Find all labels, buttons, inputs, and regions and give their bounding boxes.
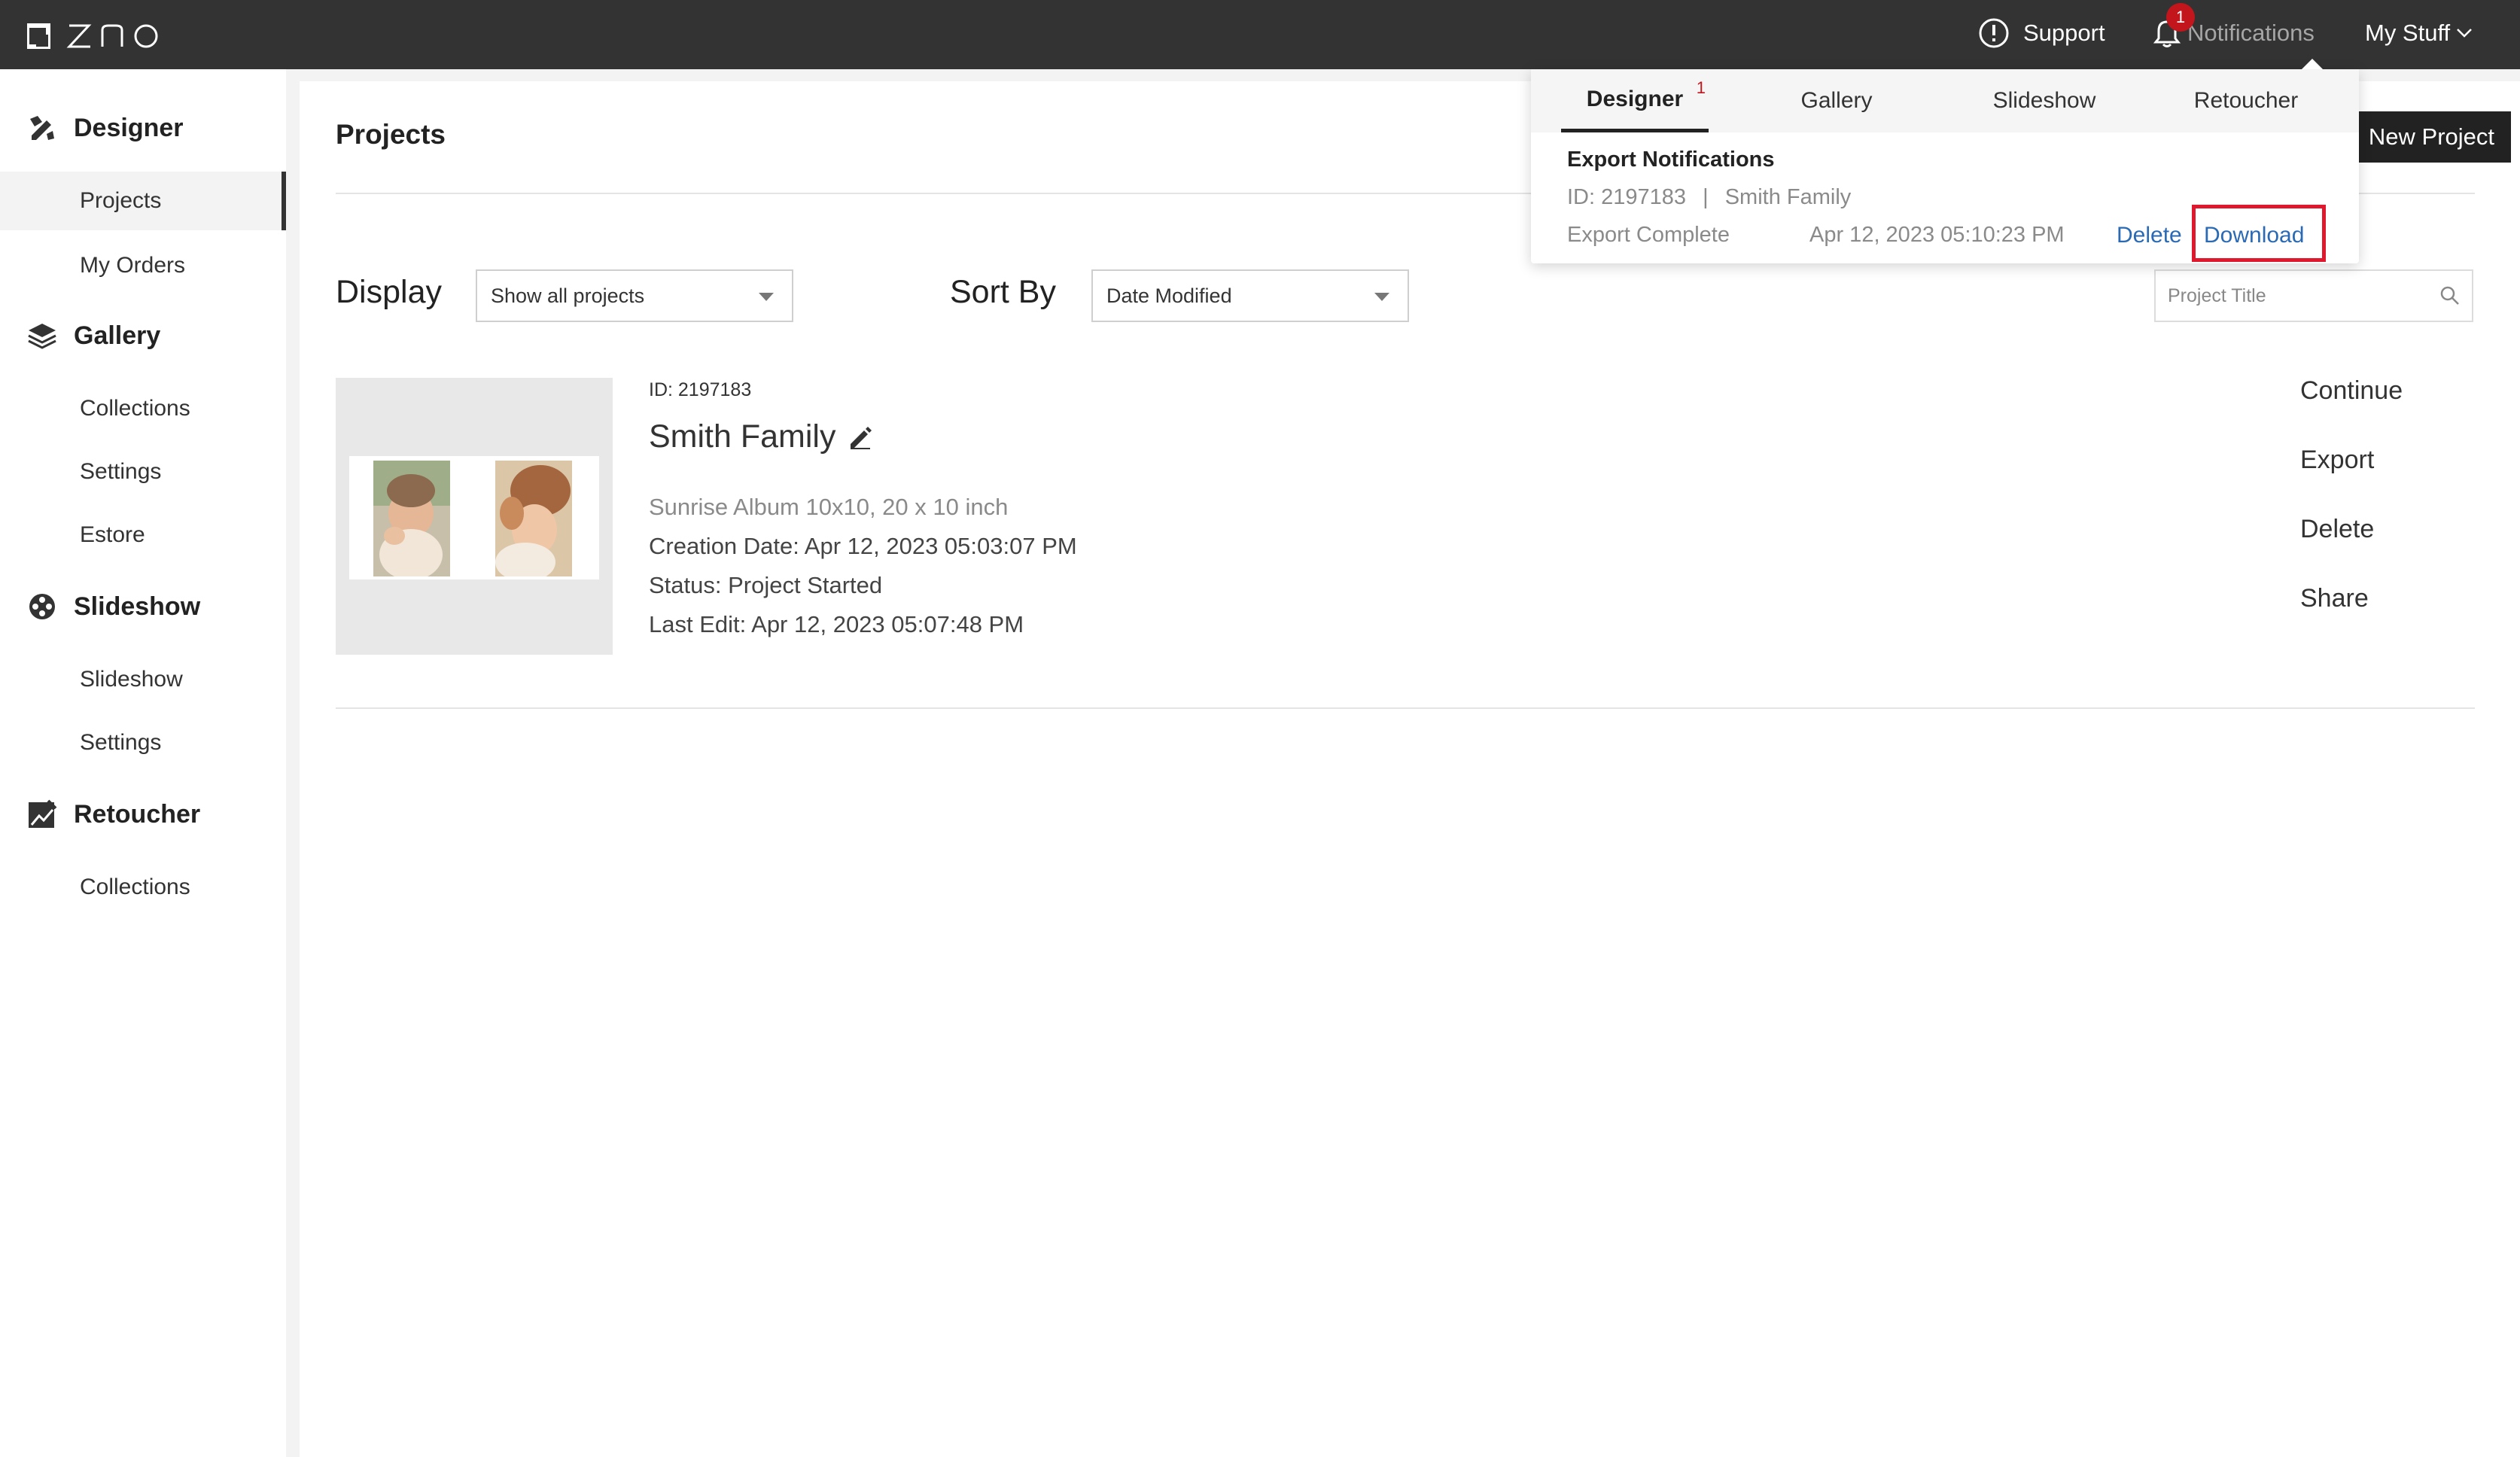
support-link[interactable]: Support <box>1978 0 2105 66</box>
page-title: Projects <box>336 119 446 150</box>
alert-circle-icon <box>1979 18 2009 48</box>
sidebar-item-retoucher-collections[interactable]: Collections <box>0 858 286 917</box>
project-id: ID: 2197183 <box>649 379 752 400</box>
notification-status: Export Complete <box>1567 223 1730 247</box>
continue-button[interactable]: Continue <box>2300 376 2403 406</box>
search-icon[interactable] <box>2440 286 2460 306</box>
sidebar-section-title: Gallery <box>74 321 161 350</box>
project-last-edit: Last Edit: Apr 12, 2023 05:07:48 PM <box>649 611 1024 637</box>
retoucher-icon <box>29 799 57 828</box>
project-search <box>2154 269 2473 322</box>
project-creation-date: Creation Date: Apr 12, 2023 05:03:07 PM <box>649 533 1077 559</box>
sidebar-section-title: Designer <box>74 113 184 142</box>
sidebar-section-designer[interactable]: Designer <box>0 104 286 152</box>
share-button[interactable]: Share <box>2300 584 2369 613</box>
project-name: Smith Family <box>649 418 836 455</box>
notification-time: Apr 12, 2023 05:10:23 PM <box>1809 223 2065 247</box>
notifications-label: Notifications <box>2187 20 2315 46</box>
download-highlight-box <box>2192 205 2326 262</box>
my-stuff-label: My Stuff <box>2365 20 2451 46</box>
sidebar-section-title: Slideshow <box>74 592 201 621</box>
tab-designer[interactable]: Designer 1 <box>1561 69 1709 132</box>
notification-delete-link[interactable]: Delete <box>2117 223 2182 248</box>
separator: | <box>1703 185 1709 209</box>
sidebar-section-title: Retoucher <box>74 799 201 829</box>
export-button[interactable]: Export <box>2300 446 2374 475</box>
sidebar-section-slideshow[interactable]: Slideshow <box>0 582 286 631</box>
chevron-down-icon <box>2457 29 2473 38</box>
display-label: Display <box>336 274 442 310</box>
album-spread <box>349 456 599 579</box>
display-select[interactable]: Show all projects <box>476 269 793 322</box>
baby-photo-right <box>495 461 572 576</box>
sort-by-select-value: Date Modified <box>1106 284 1232 307</box>
divider <box>336 707 2475 709</box>
tab-slideshow[interactable]: Slideshow <box>1963 69 2126 132</box>
sidebar-section-retoucher[interactable]: Retoucher <box>0 790 286 838</box>
edit-pencil-icon[interactable] <box>848 424 873 450</box>
sidebar-item-projects[interactable]: Projects <box>0 172 286 230</box>
project-status: Status: Project Started <box>649 572 883 598</box>
caret-down-icon <box>1374 293 1389 301</box>
search-input[interactable] <box>2168 284 2424 307</box>
notifications-count-badge: 1 <box>2166 3 2195 32</box>
my-stuff-menu[interactable]: My Stuff <box>2365 0 2473 66</box>
project-product: Sunrise Album 10x10, 20 x 10 inch <box>649 494 1009 520</box>
support-label: Support <box>2023 20 2105 46</box>
designer-icon <box>30 116 54 140</box>
layers-icon <box>28 324 56 349</box>
sidebar-item-my-orders[interactable]: My Orders <box>0 236 286 295</box>
zno-logo-icon <box>27 23 158 49</box>
sort-by-label: Sort By <box>950 274 1056 310</box>
zno-logo[interactable] <box>27 20 163 50</box>
sidebar-divider <box>286 69 300 1457</box>
sort-by-select[interactable]: Date Modified <box>1091 269 1409 322</box>
tab-retoucher[interactable]: Retoucher <box>2163 69 2329 132</box>
film-reel-icon <box>29 594 55 619</box>
delete-project-button[interactable]: Delete <box>2300 515 2374 544</box>
caret-down-icon <box>759 293 774 301</box>
sidebar-item-gallery-collections[interactable]: Collections <box>0 379 286 438</box>
export-notifications-heading: Export Notifications <box>1567 148 1775 172</box>
sidebar-item-slideshow[interactable]: Slideshow <box>0 650 286 709</box>
dropdown-arrow <box>2302 59 2323 69</box>
display-select-value: Show all projects <box>491 284 645 307</box>
notification-project-line: ID: 2197183 | Smith Family <box>1567 185 1851 210</box>
main-content: Projects New Project Display Show all pr… <box>300 81 2520 1457</box>
sidebar-item-slideshow-settings[interactable]: Settings <box>0 713 286 772</box>
top-bar: Support Notifications 1 My Stuff <box>0 0 2520 69</box>
sidebar-section-gallery[interactable]: Gallery <box>0 312 286 360</box>
notification-project-name: Smith Family <box>1724 185 1852 209</box>
sidebar-item-gallery-settings[interactable]: Settings <box>0 443 286 501</box>
project-name-row: Smith Family <box>649 418 873 455</box>
tab-badge: 1 <box>1696 78 1706 97</box>
sidebar-item-estore[interactable]: Estore <box>0 506 286 564</box>
project-thumbnail[interactable] <box>336 378 613 655</box>
tab-label: Designer <box>1586 86 1684 111</box>
notification-project-id: ID: 2197183 <box>1567 185 1687 209</box>
tab-gallery[interactable]: Gallery <box>1761 69 1912 132</box>
baby-photo-left <box>373 461 450 576</box>
notification-tabs: Designer 1 Gallery Slideshow Retoucher <box>1531 69 2359 132</box>
sidebar: Designer Projects My Orders Gallery Coll… <box>0 69 286 1457</box>
